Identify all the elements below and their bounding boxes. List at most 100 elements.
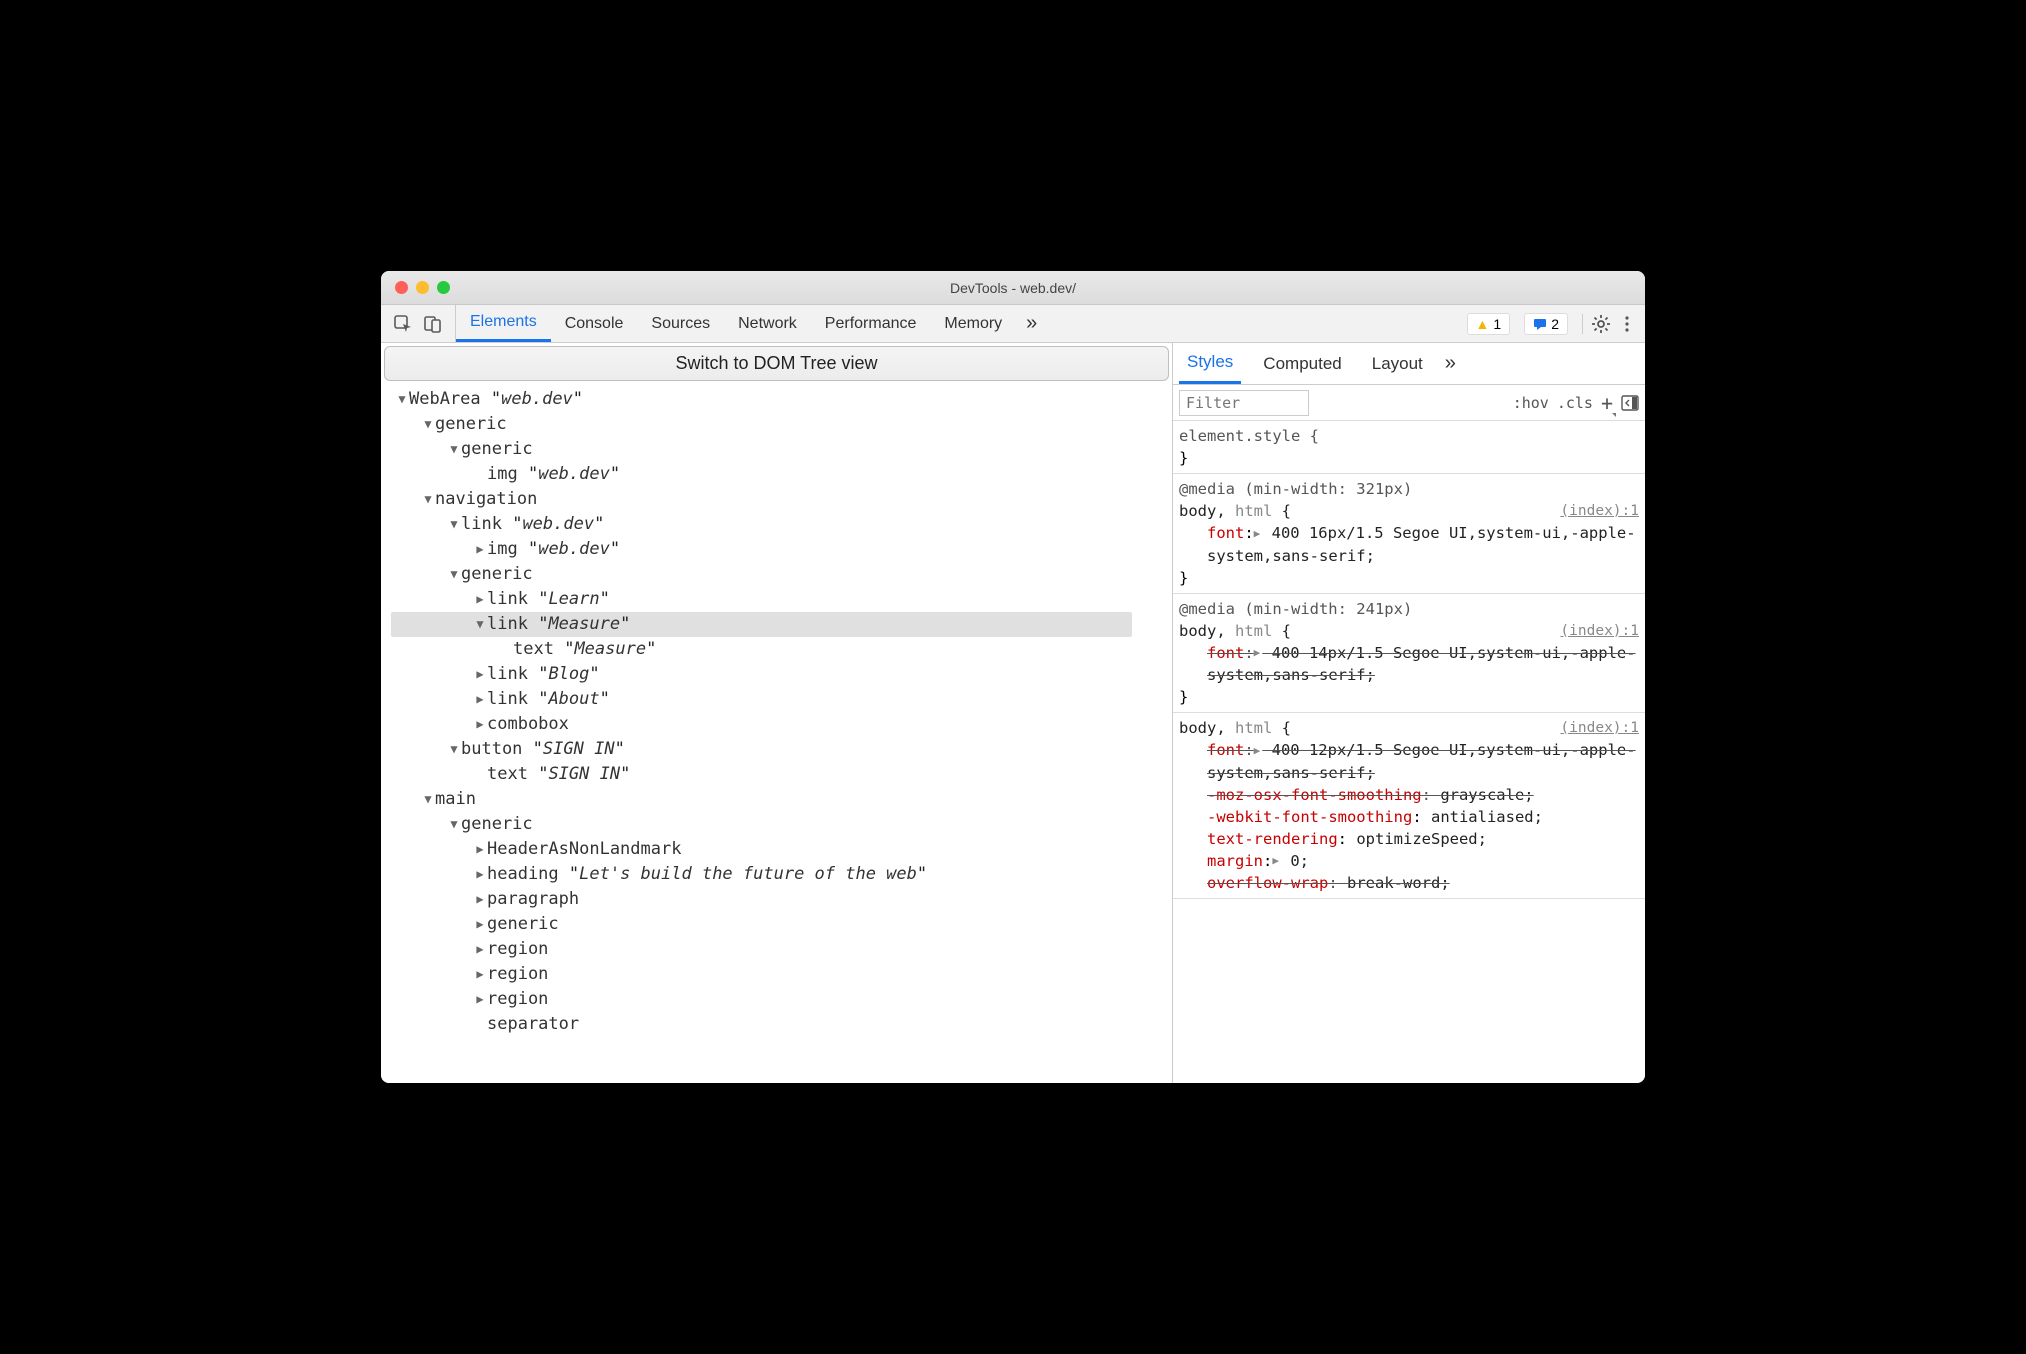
tab-performance[interactable]: Performance [811, 305, 931, 342]
style-rule[interactable]: (index):1body, html {font:▶ 400 12px/1.5… [1173, 713, 1645, 899]
expand-arrow-icon [473, 762, 487, 787]
expand-arrow-icon[interactable]: ▶ [473, 537, 487, 562]
warnings-badge[interactable]: ▲ 1 [1467, 313, 1511, 335]
expand-arrow-icon[interactable]: ▶ [473, 712, 487, 737]
tab-elements[interactable]: Elements [456, 305, 551, 342]
new-style-rule-button[interactable]: + [1601, 391, 1613, 415]
tree-row[interactable]: ▶heading "Let's build the future of the … [391, 862, 1172, 887]
minimize-window-button[interactable] [416, 281, 429, 294]
expand-arrow-icon[interactable]: ▶ [473, 662, 487, 687]
expand-arrow-icon[interactable]: ▶ [473, 887, 487, 912]
rule-source-link[interactable]: (index):1 [1560, 717, 1639, 739]
styles-filter-input[interactable] [1179, 390, 1309, 416]
tree-row[interactable]: ▶region [391, 937, 1172, 962]
tree-row[interactable]: ▼navigation [391, 487, 1172, 512]
tree-node-label: heading "Let's build the future of the w… [487, 862, 927, 887]
settings-icon[interactable] [1591, 314, 1611, 334]
titlebar: DevTools - web.dev/ [381, 271, 1645, 305]
tree-row[interactable]: ▼link "Measure" [391, 612, 1132, 637]
tree-row[interactable]: text "SIGN IN" [391, 762, 1172, 787]
expand-arrow-icon[interactable]: ▼ [421, 412, 435, 437]
expand-arrow-icon[interactable]: ▼ [473, 612, 487, 637]
tree-row[interactable]: ▶paragraph [391, 887, 1172, 912]
expand-arrow-icon[interactable]: ▶ [473, 962, 487, 987]
expand-arrow-icon[interactable]: ▼ [447, 737, 461, 762]
tree-row[interactable]: ▶region [391, 962, 1172, 987]
close-window-button[interactable] [395, 281, 408, 294]
accessibility-tree[interactable]: ▼WebArea "web.dev"▼generic▼generic img "… [381, 381, 1172, 1083]
warning-icon: ▲ [1476, 316, 1490, 332]
tree-row[interactable]: ▶combobox [391, 712, 1172, 737]
tab-styles[interactable]: Styles [1179, 343, 1241, 384]
maximize-window-button[interactable] [437, 281, 450, 294]
expand-arrow-icon[interactable]: ▶ [473, 587, 487, 612]
tree-row[interactable]: ▼generic [391, 437, 1172, 462]
tab-memory[interactable]: Memory [930, 305, 1016, 342]
hov-toggle[interactable]: :hov [1513, 394, 1549, 412]
more-tabs-button[interactable]: » [1016, 305, 1047, 342]
message-icon [1533, 317, 1547, 331]
switch-to-dom-tree-button[interactable]: Switch to DOM Tree view [384, 346, 1169, 381]
expand-arrow-icon[interactable]: ▼ [447, 437, 461, 462]
tree-node-label: link "Blog" [487, 662, 600, 687]
more-options-icon[interactable] [1619, 314, 1635, 334]
rule-source-link[interactable]: (index):1 [1560, 620, 1639, 642]
cls-toggle[interactable]: .cls [1557, 394, 1593, 412]
sidebar-tabs: Styles Computed Layout » [1173, 343, 1645, 385]
expand-arrow-icon[interactable]: ▼ [395, 387, 409, 412]
expand-arrow-icon[interactable]: ▶ [473, 987, 487, 1012]
tree-node-label: link "About" [487, 687, 610, 712]
tree-node-label: img "web.dev" [487, 462, 620, 487]
tree-row[interactable]: ▶HeaderAsNonLandmark [391, 837, 1172, 862]
tab-network[interactable]: Network [724, 305, 811, 342]
devtools-window: DevTools - web.dev/ Elements Console Sou… [381, 271, 1645, 1083]
tree-row[interactable]: ▶generic [391, 912, 1172, 937]
tree-node-label: HeaderAsNonLandmark [487, 837, 681, 862]
expand-arrow-icon[interactable]: ▶ [473, 837, 487, 862]
expand-arrow-icon[interactable]: ▼ [447, 812, 461, 837]
expand-arrow-icon[interactable]: ▼ [421, 787, 435, 812]
more-sidebar-tabs-button[interactable]: » [1445, 352, 1456, 375]
tab-layout[interactable]: Layout [1364, 343, 1431, 384]
tree-row[interactable]: ▶link "Blog" [391, 662, 1172, 687]
tree-node-label: img "web.dev" [487, 537, 620, 562]
expand-arrow-icon[interactable]: ▶ [473, 862, 487, 887]
style-rule[interactable]: @media (min-width: 321px)(index):1body, … [1173, 474, 1645, 594]
tree-row[interactable]: ▼link "web.dev" [391, 512, 1172, 537]
tree-row[interactable]: ▼main [391, 787, 1172, 812]
styles-filter-bar: :hov .cls + [1173, 385, 1645, 421]
tree-row[interactable]: ▶link "Learn" [391, 587, 1172, 612]
tab-console[interactable]: Console [551, 305, 638, 342]
tree-row[interactable]: text "Measure" [391, 637, 1172, 662]
tree-node-label: separator [487, 1012, 579, 1037]
expand-arrow-icon[interactable]: ▶ [473, 912, 487, 937]
main-toolbar: Elements Console Sources Network Perform… [381, 305, 1645, 343]
tab-sources[interactable]: Sources [637, 305, 724, 342]
style-rule[interactable]: element.style {} [1173, 421, 1645, 474]
tree-row[interactable]: ▼generic [391, 812, 1172, 837]
expand-arrow-icon[interactable]: ▼ [447, 562, 461, 587]
tree-row[interactable]: img "web.dev" [391, 462, 1172, 487]
inspect-element-icon[interactable] [393, 314, 413, 334]
styles-list[interactable]: element.style {}@media (min-width: 321px… [1173, 421, 1645, 1083]
tree-row[interactable]: ▼generic [391, 412, 1172, 437]
tree-row[interactable]: ▼generic [391, 562, 1172, 587]
device-toolbar-icon[interactable] [423, 314, 443, 334]
tree-row[interactable]: ▶img "web.dev" [391, 537, 1172, 562]
tree-row[interactable]: ▼button "SIGN IN" [391, 737, 1172, 762]
tree-row[interactable]: ▶region [391, 987, 1172, 1012]
rule-source-link[interactable]: (index):1 [1560, 500, 1639, 522]
expand-arrow-icon[interactable]: ▼ [421, 487, 435, 512]
expand-arrow-icon[interactable]: ▶ [473, 687, 487, 712]
tree-row[interactable]: ▼WebArea "web.dev" [391, 387, 1172, 412]
tree-node-label: button "SIGN IN" [461, 737, 625, 762]
tree-row[interactable]: separator [391, 1012, 1172, 1037]
tree-row[interactable]: ▶link "About" [391, 687, 1172, 712]
tree-node-label: link "Measure" [487, 612, 630, 637]
tab-computed[interactable]: Computed [1255, 343, 1349, 384]
messages-badge[interactable]: 2 [1524, 313, 1568, 335]
style-rule[interactable]: @media (min-width: 241px)(index):1body, … [1173, 594, 1645, 714]
expand-arrow-icon[interactable]: ▶ [473, 937, 487, 962]
expand-arrow-icon[interactable]: ▼ [447, 512, 461, 537]
computed-sidebar-toggle-icon[interactable] [1621, 395, 1639, 411]
